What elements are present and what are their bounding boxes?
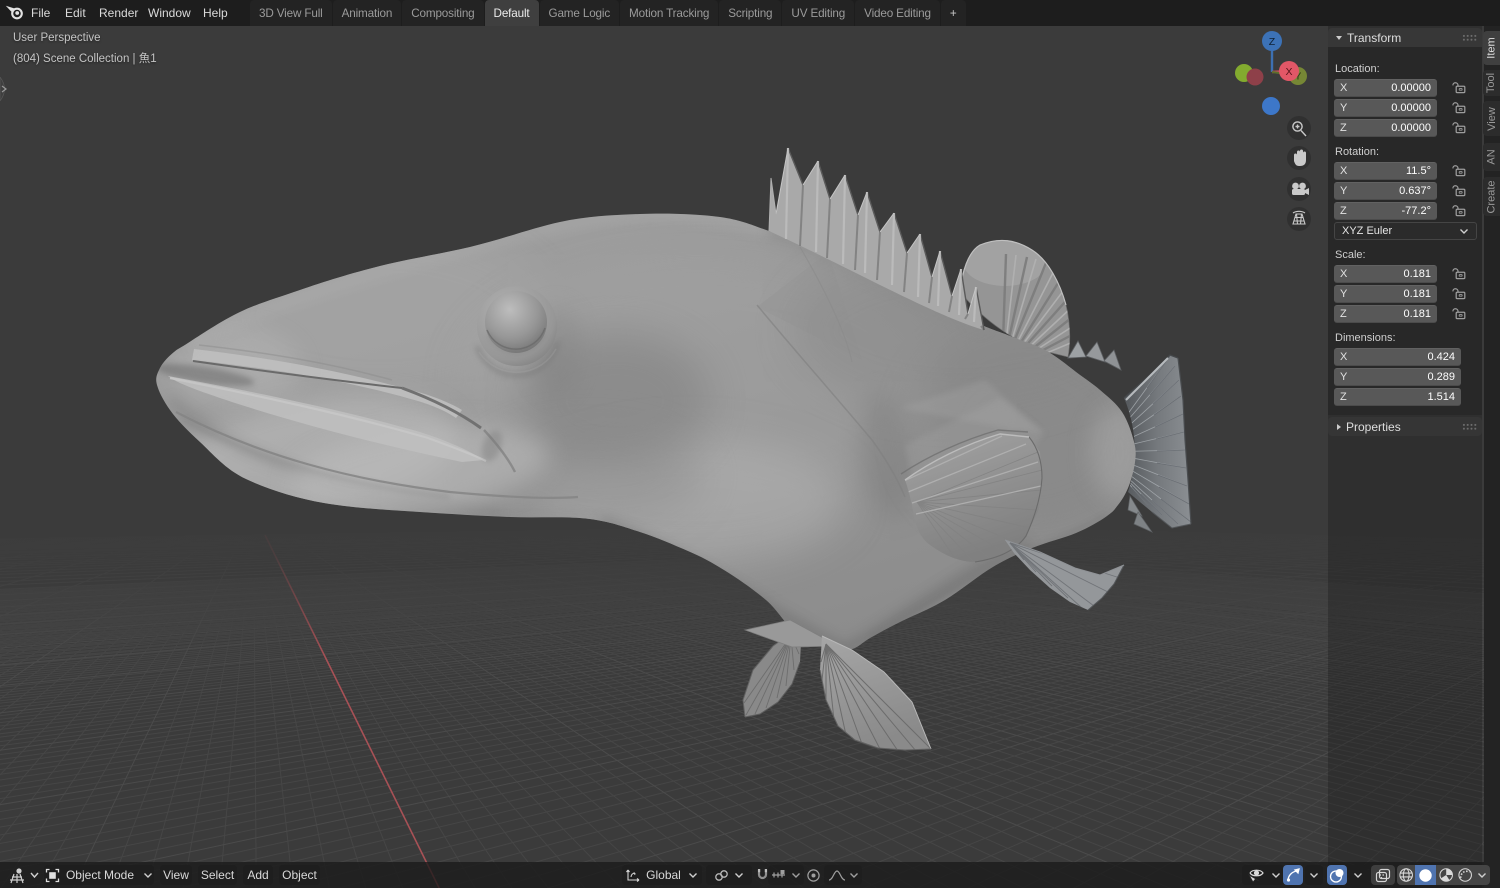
svg-text:X: X xyxy=(1285,66,1292,78)
svg-text:Z: Z xyxy=(1269,36,1276,48)
